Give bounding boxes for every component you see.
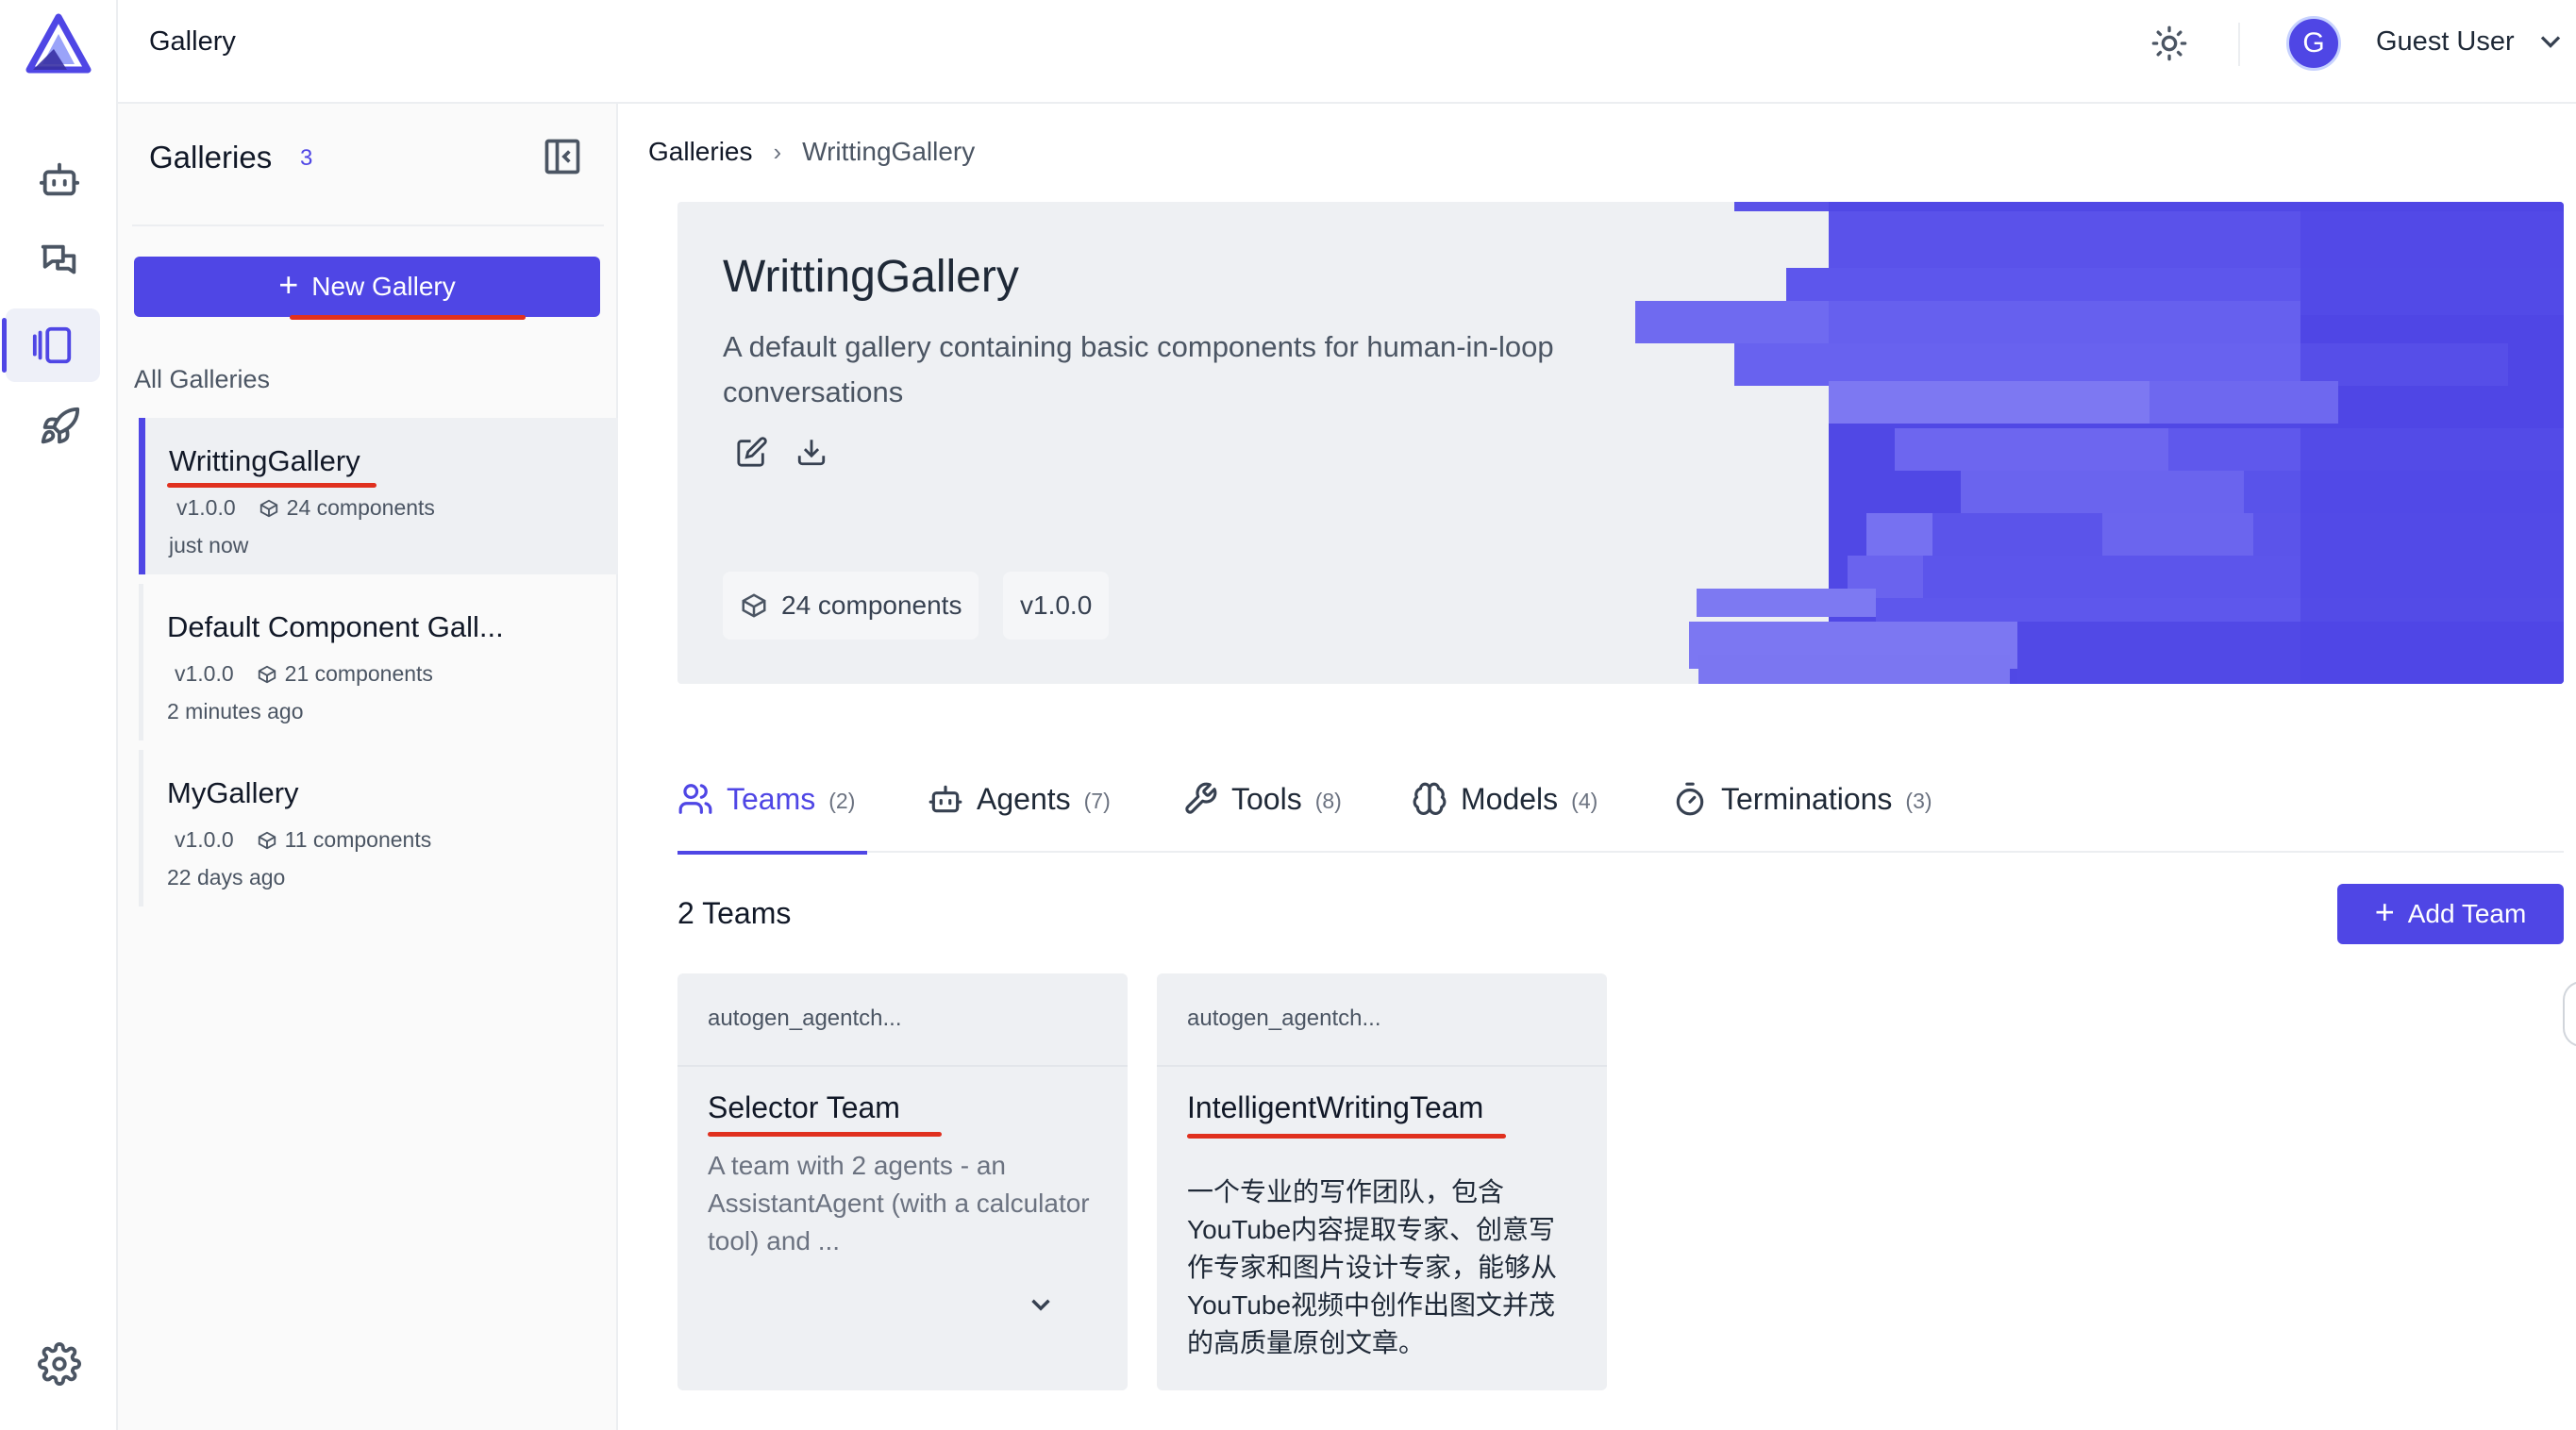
page-title: Gallery [149,26,236,57]
scroll-handle[interactable] [2563,981,2576,1047]
team-card-provider: autogen_agentch... [1187,1006,1381,1031]
component-tabs: Teams (2) Agents (7) Tools (8) Models (4… [677,773,2564,855]
tab-count: (4) [1571,789,1598,813]
team-card-name: Selector Team [708,1090,900,1124]
gallery-item-time: just now [169,533,249,557]
version-badge-label: v1.0.0 [1020,590,1093,620]
tab-teams[interactable]: Teams (2) [677,773,867,855]
package-icon [258,831,276,849]
package-icon [742,593,766,618]
gallery-item-mygallery[interactable]: MyGallery v1.0.0 11 components 22 days a… [139,750,618,906]
gallery-item-meta: v1.0.0 24 components [176,495,435,521]
add-team-button[interactable]: + Add Team [2337,884,2564,944]
team-card-provider: autogen_agentch... [708,1006,902,1031]
collapse-sidebar-icon[interactable] [542,136,583,177]
tab-count: (8) [1314,789,1342,813]
breadcrumb-current: WrittingGallery [802,137,976,166]
bot-icon [928,785,962,813]
users-icon [678,784,712,814]
team-card-name: IntelligentWritingTeam [1187,1090,1484,1124]
gallery-item-meta: v1.0.0 11 components [175,827,431,853]
edit-icon[interactable] [736,436,774,474]
annotation-underline [167,483,376,488]
new-gallery-label: New Gallery [311,272,456,301]
rail-gallery-icon[interactable] [2,308,100,382]
tab-tools[interactable]: Tools (8) [1182,773,1342,853]
gallery-item-version: v1.0.0 [175,661,234,686]
team-card-description: 一个专业的写作团队，包含YouTube内容提取专家、创意写作专家和图片设计专家，… [1187,1177,1558,1357]
teams-count-heading: 2 Teams [677,896,792,930]
tab-label: Models [1461,782,1559,816]
icon-rail [0,0,118,1430]
sidebar-divider [132,224,604,226]
team-card-selector-team[interactable]: autogen_agentch... Selector Team A team … [677,973,1128,1390]
tab-count: (3) [1905,789,1932,813]
gallery-hero: WrittingGallery A default gallery contai… [677,202,2564,684]
user-name[interactable]: Guest User [2376,26,2515,58]
avatar[interactable]: G [2286,16,2341,71]
top-bar: Gallery G Guest User [118,0,2576,104]
annotation-underline [290,315,526,320]
timer-icon [1676,782,1704,816]
gallery-item-version: v1.0.0 [175,827,234,852]
rail-agents-icon[interactable] [0,142,118,216]
brain-icon [1413,782,1447,816]
gallery-item-components: 11 components [284,827,432,852]
rail-deploy-rocket-icon[interactable] [0,391,118,464]
wrench-icon [1185,782,1217,814]
rail-chat-icon[interactable] [0,224,118,298]
chevron-down-icon[interactable] [1025,1289,1062,1326]
breadcrumb: Galleries › WrittingGallery [648,137,975,167]
new-gallery-button[interactable]: + New Gallery [134,257,600,317]
tab-models[interactable]: Models (4) [1412,773,1597,853]
gallery-item-time: 2 minutes ago [167,699,304,723]
tab-count: (7) [1083,789,1111,813]
tab-label: Teams [727,782,816,816]
add-team-label: Add Team [2407,899,2527,928]
gallery-item-default-component-gallery[interactable]: Default Component Gall... v1.0.0 21 comp… [139,584,618,740]
gallery-item-time: 22 days ago [167,865,286,890]
tab-count: (2) [828,789,856,813]
app-logo-icon[interactable] [25,13,92,74]
tab-label: Terminations [1721,782,1893,816]
gallery-count-badge: 3 [300,145,313,171]
version-badge: v1.0.0 [1003,572,1110,640]
team-card-intelligentwritingteam[interactable]: autogen_agentch... IntelligentWritingTea… [1157,973,1607,1390]
download-icon[interactable] [795,436,833,474]
gallery-item-version: v1.0.0 [176,495,236,520]
breadcrumb-root-link[interactable]: Galleries [648,137,752,167]
topbar-divider [2238,23,2240,66]
team-card-description: A team with 2 agents - an AssistantAgent… [708,1151,1090,1255]
components-badge-label: 24 components [781,590,962,620]
tab-agents[interactable]: Agents (7) [928,773,1111,853]
card-divider [1157,1065,1607,1067]
annotation-underline [708,1132,942,1137]
gallery-item-meta: v1.0.0 21 components [175,661,433,687]
components-badge: 24 components [723,572,979,640]
sidebar-title: Galleries [149,140,273,175]
theme-toggle-sun-icon[interactable] [2145,19,2194,68]
tab-label: Tools [1231,782,1302,816]
gallery-item-components: 21 components [284,661,433,686]
chevron-down-icon[interactable] [2534,25,2568,58]
gallery-item-writtinggallery[interactable]: WrittingGallery v1.0.0 24 components jus… [139,418,618,574]
annotation-underline [1187,1134,1506,1139]
gallery-item-components: 24 components [286,495,435,520]
all-galleries-label: All Galleries [134,365,271,393]
chevron-right-icon: › [773,137,782,166]
card-divider [677,1065,1128,1067]
package-icon [258,665,276,683]
gallery-item-name: Default Component Gall... [167,610,504,643]
gallery-title: WrittingGallery [723,252,1019,302]
rail-settings-gear-icon[interactable] [0,1327,118,1401]
plus-icon: + [278,265,299,304]
package-icon [259,499,277,517]
gallery-item-name: WrittingGallery [169,444,360,477]
tab-label: Agents [977,782,1071,816]
gallery-description: A default gallery containing basic compo… [723,330,1554,408]
plus-icon: + [2374,892,2395,931]
galleries-sidebar: Galleries 3 + New Gallery All Galleries … [118,104,618,1430]
gallery-item-name: MyGallery [167,776,299,809]
tab-terminations[interactable]: Terminations (3) [1672,773,1932,853]
